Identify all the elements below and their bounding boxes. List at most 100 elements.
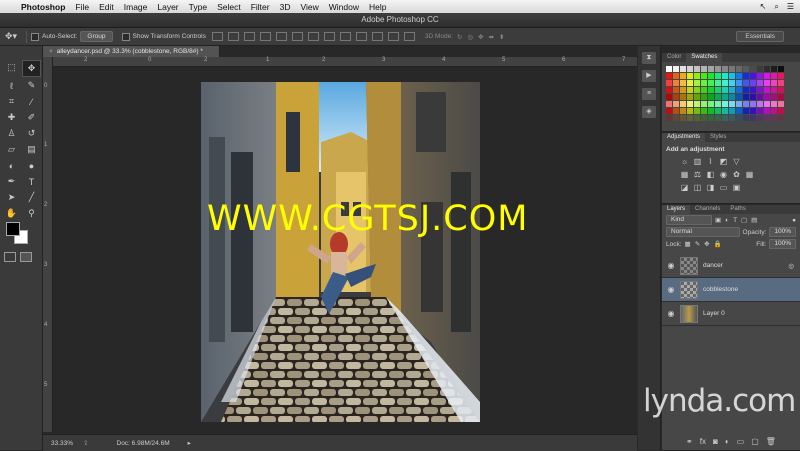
threshold-icon[interactable]: ◨ xyxy=(706,183,715,192)
color-swatch[interactable] xyxy=(743,94,749,100)
menu-filter[interactable]: Filter xyxy=(246,2,275,12)
layer-row-dancer[interactable]: ◉ dancer ◎ xyxy=(662,254,800,278)
color-swatch[interactable] xyxy=(687,73,693,79)
color-swatch[interactable] xyxy=(736,101,742,107)
color-swatch[interactable] xyxy=(701,101,707,107)
libraries-panel-icon[interactable]: ◈ xyxy=(642,106,656,118)
type-tool-icon[interactable]: T xyxy=(22,174,41,189)
lock-icons[interactable]: ▦✎✥🔒 xyxy=(685,240,726,248)
menu-view[interactable]: View xyxy=(295,2,323,12)
color-swatch[interactable] xyxy=(778,87,784,93)
color-swatch[interactable] xyxy=(722,66,728,72)
color-swatch[interactable] xyxy=(729,66,735,72)
auto-select-checkbox[interactable] xyxy=(31,32,39,41)
menu-select[interactable]: Select xyxy=(212,2,246,12)
color-swatch[interactable] xyxy=(701,66,707,72)
history-brush-tool-icon[interactable]: ↺ xyxy=(22,126,41,141)
blend-mode-dropdown[interactable]: Normal xyxy=(666,227,740,237)
color-swatch[interactable] xyxy=(729,108,735,114)
zoom-level[interactable]: 33.33% xyxy=(51,440,73,447)
layer-style-icon[interactable]: fx xyxy=(700,437,706,446)
move-tool-icon[interactable]: ✥▾ xyxy=(0,31,22,42)
color-swatch[interactable] xyxy=(722,101,728,107)
lasso-tool-icon[interactable]: ℓ xyxy=(2,78,21,93)
color-swatch[interactable] xyxy=(701,108,707,114)
menu-edit[interactable]: Edit xyxy=(94,2,119,12)
color-swatch[interactable] xyxy=(736,66,742,72)
color-swatch[interactable] xyxy=(708,80,714,86)
color-swatch[interactable] xyxy=(701,115,707,121)
color-swatch[interactable] xyxy=(694,115,700,121)
color-swatch[interactable] xyxy=(764,94,770,100)
color-swatch[interactable] xyxy=(666,108,672,114)
blur-tool-icon[interactable]: ◐ xyxy=(2,158,21,173)
color-swatch[interactable] xyxy=(666,66,672,72)
color-swatch[interactable] xyxy=(687,66,693,72)
color-swatch[interactable] xyxy=(736,115,742,121)
color-swatch[interactable] xyxy=(687,80,693,86)
hand-tool-icon[interactable]: ✋ xyxy=(2,206,21,221)
color-swatch[interactable] xyxy=(736,94,742,100)
color-swatch[interactable] xyxy=(729,101,735,107)
color-swatch[interactable] xyxy=(673,66,679,72)
color-swatch[interactable] xyxy=(666,101,672,107)
color-swatch[interactable] xyxy=(750,80,756,86)
color-swatch[interactable] xyxy=(708,73,714,79)
channel-mixer-icon[interactable]: ✿ xyxy=(732,170,741,179)
line-tool-icon[interactable]: ╱ xyxy=(22,190,41,205)
color-swatch[interactable] xyxy=(757,94,763,100)
color-swatch[interactable] xyxy=(687,108,693,114)
color-swatch[interactable] xyxy=(673,73,679,79)
color-swatch[interactable] xyxy=(722,108,728,114)
color-swatch[interactable] xyxy=(715,87,721,93)
color-swatch[interactable] xyxy=(715,115,721,121)
color-swatch[interactable] xyxy=(708,101,714,107)
healing-brush-tool-icon[interactable]: ✚ xyxy=(2,110,21,125)
color-swatch[interactable] xyxy=(736,87,742,93)
posterize-icon[interactable]: ◫ xyxy=(693,183,702,192)
gradient-map-icon[interactable]: ▭ xyxy=(719,183,728,192)
color-swatch[interactable] xyxy=(778,115,784,121)
tab-color[interactable]: Color xyxy=(662,53,686,62)
hue-saturation-icon[interactable]: ▦ xyxy=(680,170,689,179)
eraser-tool-icon[interactable]: ▱ xyxy=(2,142,21,157)
move-tool-icon[interactable]: ✥ xyxy=(22,60,41,77)
color-balance-icon[interactable]: ⚖ xyxy=(693,170,702,179)
new-group-icon[interactable]: ▭ xyxy=(737,437,745,446)
search-icon[interactable]: ⌕ xyxy=(774,2,778,12)
color-swatch[interactable] xyxy=(708,115,714,121)
curves-icon[interactable]: ⌇ xyxy=(706,157,715,166)
tab-paths[interactable]: Paths xyxy=(725,205,750,214)
color-swatch[interactable] xyxy=(771,73,777,79)
color-swatch[interactable] xyxy=(778,80,784,86)
distribute-hcenter-icon[interactable] xyxy=(371,32,383,41)
color-swatch[interactable] xyxy=(722,115,728,121)
swatch-grid[interactable] xyxy=(662,62,800,125)
screen-mode-icon[interactable] xyxy=(20,252,32,262)
color-swatch[interactable] xyxy=(771,108,777,114)
color-swatch[interactable] xyxy=(715,66,721,72)
color-swatch[interactable] xyxy=(715,108,721,114)
quick-mask-icon[interactable] xyxy=(4,252,16,262)
color-swatch[interactable] xyxy=(687,115,693,121)
color-swatch[interactable] xyxy=(715,94,721,100)
color-swatch[interactable] xyxy=(743,87,749,93)
selective-color-icon[interactable]: ▣ xyxy=(732,183,741,192)
color-swatch[interactable] xyxy=(680,66,686,72)
levels-icon[interactable]: ▥ xyxy=(693,157,702,166)
pen-tool-icon[interactable]: ✒ xyxy=(2,174,21,189)
color-swatch[interactable] xyxy=(764,66,770,72)
color-swatch[interactable] xyxy=(694,66,700,72)
color-swatch[interactable] xyxy=(666,73,672,79)
color-swatch[interactable] xyxy=(673,101,679,107)
color-swatch[interactable] xyxy=(743,66,749,72)
brush-tool-icon[interactable]: ✐ xyxy=(22,110,41,125)
color-swatch[interactable] xyxy=(771,115,777,121)
color-swatch[interactable] xyxy=(708,108,714,114)
layer-row-layer-0[interactable]: ◉ Layer 0 xyxy=(662,302,800,326)
color-swatch[interactable] xyxy=(778,66,784,72)
menu-image[interactable]: Image xyxy=(119,2,153,12)
color-swatch[interactable] xyxy=(694,101,700,107)
auto-align-icon[interactable] xyxy=(403,32,415,41)
color-swatch[interactable] xyxy=(687,101,693,107)
